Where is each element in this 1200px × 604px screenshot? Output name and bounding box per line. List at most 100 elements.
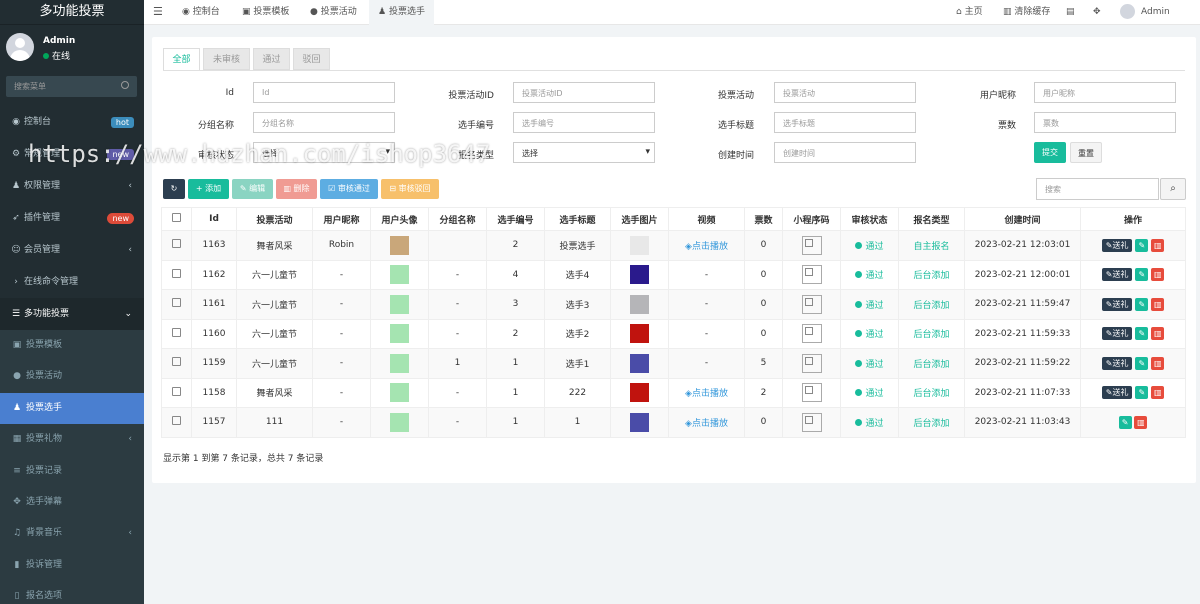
tab-dashboard[interactable]: ◉ 控制台 <box>174 0 228 25</box>
row-select-cell[interactable] <box>161 348 192 379</box>
avatar-thumbnail[interactable] <box>390 383 409 403</box>
sidebar-item-auth[interactable]: ♟ 权限管理 ‹ <box>0 170 144 202</box>
col-created[interactable]: 创建时间 <box>964 207 1081 231</box>
filter-signup-type-select[interactable]: 选择 <box>513 142 655 163</box>
tab-vote-template[interactable]: ▣ 投票模板 <box>234 0 297 25</box>
qrcode-image[interactable] <box>801 235 822 255</box>
select-all-cell[interactable] <box>161 207 192 231</box>
filter-activity-input[interactable]: 投票活动 <box>774 82 916 103</box>
clear-cache-button[interactable]: ▥ 清除缓存 <box>1003 0 1050 25</box>
tab-vote-player[interactable]: ♟ 投票选手 <box>369 0 434 25</box>
qrcode-image[interactable] <box>801 265 822 285</box>
sidebar-item-barrage[interactable]: ✥ 选手弹幕 <box>0 487 144 518</box>
fullscreen-icon[interactable]: ✥ <box>1093 0 1101 25</box>
row-delete-button[interactable]: ▥ <box>1151 297 1165 311</box>
player-image-thumbnail[interactable] <box>630 294 649 314</box>
row-delete-button[interactable]: ▥ <box>1151 356 1165 370</box>
row-edit-button[interactable]: ✎ <box>1135 238 1149 252</box>
player-image-thumbnail[interactable] <box>630 353 649 373</box>
avatar-thumbnail[interactable] <box>390 353 409 373</box>
filter-player-title-input[interactable]: 选手标题 <box>774 112 916 133</box>
qrcode-image[interactable] <box>801 324 822 344</box>
row-select-cell[interactable] <box>161 230 192 261</box>
row-edit-button[interactable]: ✎ <box>1135 268 1149 282</box>
gift-button[interactable]: ✎送礼 <box>1101 297 1133 311</box>
row-edit-button[interactable]: ✎ <box>1135 356 1149 370</box>
tab-pending[interactable]: 未审核 <box>203 48 250 70</box>
home-link[interactable]: ⌂ 主页 <box>956 0 983 25</box>
tab-all[interactable]: 全部 <box>163 48 200 70</box>
row-edit-button[interactable]: ✎ <box>1135 327 1149 341</box>
admin-menu[interactable]: Admin <box>1120 0 1170 25</box>
row-checkbox[interactable] <box>172 327 181 337</box>
filter-nickname-input[interactable]: 用户昵称 <box>1034 82 1176 103</box>
sidebar-item-complaint[interactable]: ▮ 投诉管理 <box>0 550 144 581</box>
add-button[interactable]: + 添加 <box>188 179 229 199</box>
edit-button[interactable]: ✎ 编辑 <box>232 179 273 199</box>
filter-id-input[interactable]: Id <box>253 82 395 103</box>
filter-created-input[interactable]: 创建时间 <box>774 142 916 163</box>
row-checkbox[interactable] <box>172 416 181 426</box>
row-checkbox[interactable] <box>172 357 181 367</box>
menu-toggle-icon[interactable]: ☰ <box>153 0 163 25</box>
gift-button[interactable]: ✎送礼 <box>1101 386 1133 400</box>
gift-button[interactable]: ✎送礼 <box>1101 327 1133 341</box>
row-delete-button[interactable]: ▥ <box>1151 327 1165 341</box>
sidebar-item-vote-gift[interactable]: ▦ 投票礼物 ‹ <box>0 424 144 455</box>
row-edit-button[interactable]: ✎ <box>1135 386 1149 400</box>
sidebar-item-vote-activity[interactable]: ● 投票活动 <box>0 361 144 392</box>
tab-approved[interactable]: 通过 <box>253 48 290 70</box>
tab-vote-activity[interactable]: ● 投票活动 <box>302 0 365 25</box>
language-icon[interactable]: ▤ <box>1066 0 1075 25</box>
sidebar-item-vote[interactable]: ☰ 多功能投票 ⌄ <box>0 298 144 330</box>
table-search-input[interactable]: 搜索 <box>1036 178 1159 200</box>
qrcode-image[interactable] <box>801 383 822 403</box>
row-checkbox[interactable] <box>172 268 181 278</box>
col-votes[interactable]: 票数 <box>744 207 783 231</box>
gift-button[interactable]: ✎送礼 <box>1101 238 1133 252</box>
filter-activity-id-input[interactable]: 投票活动ID <box>513 82 655 103</box>
row-delete-button[interactable]: ▥ <box>1151 386 1165 400</box>
avatar-thumbnail[interactable] <box>390 235 409 255</box>
row-select-cell[interactable] <box>161 377 192 408</box>
row-edit-button[interactable]: ✎ <box>1135 297 1149 311</box>
player-image-thumbnail[interactable] <box>630 383 649 403</box>
row-select-cell[interactable] <box>161 318 192 349</box>
sidebar-item-command[interactable]: › 在线命令管理 <box>0 266 144 298</box>
sidebar-item-music[interactable]: ♫ 背景音乐 ‹ <box>0 518 144 549</box>
menu-search-input[interactable]: 搜索菜单 <box>6 76 137 97</box>
sidebar-item-vote-player[interactable]: ♟ 投票选手 <box>0 392 144 425</box>
filter-votes-input[interactable]: 票数 <box>1034 112 1176 133</box>
filter-player-number-input[interactable]: 选手编号 <box>513 112 655 133</box>
col-id[interactable]: Id <box>191 207 237 231</box>
avatar-thumbnail[interactable] <box>390 294 409 314</box>
player-image-thumbnail[interactable] <box>630 412 649 432</box>
sidebar-item-vote-record[interactable]: ≡ 投票记录 <box>0 456 144 487</box>
row-select-cell[interactable] <box>161 407 192 438</box>
sidebar-item-signup-options[interactable]: ▯ 报名选项 <box>0 581 144 604</box>
approve-button[interactable]: ☑ 审核通过 <box>320 179 378 199</box>
avatar-thumbnail[interactable] <box>390 412 409 432</box>
reset-button[interactable]: 重置 <box>1070 142 1102 163</box>
row-checkbox[interactable] <box>172 298 181 308</box>
qrcode-image[interactable] <box>801 412 822 432</box>
play-video-link[interactable]: ◈点击播放 <box>685 242 728 252</box>
sidebar-item-dashboard[interactable]: ◉ 控制台 hot <box>0 106 144 138</box>
row-delete-button[interactable]: ▥ <box>1151 238 1165 252</box>
play-video-link[interactable]: ◈点击播放 <box>685 419 728 429</box>
reject-button[interactable]: ⊟ 审核驳回 <box>381 179 439 199</box>
row-checkbox[interactable] <box>172 386 181 396</box>
search-icon[interactable] <box>121 81 129 89</box>
player-image-thumbnail[interactable] <box>630 235 649 255</box>
avatar-thumbnail[interactable] <box>390 324 409 344</box>
qrcode-image[interactable] <box>801 294 822 314</box>
gift-button[interactable]: ✎送礼 <box>1101 356 1133 370</box>
sidebar-item-vote-template[interactable]: ▣ 投票模板 <box>0 330 144 361</box>
player-image-thumbnail[interactable] <box>630 265 649 285</box>
sidebar-item-members[interactable]: ☺ 会员管理 ‹ <box>0 234 144 266</box>
row-checkbox[interactable] <box>172 239 181 249</box>
table-search-button[interactable]: ⌕ <box>1160 178 1186 200</box>
row-edit-button[interactable]: ✎ <box>1118 415 1132 429</box>
row-select-cell[interactable] <box>161 259 192 290</box>
refresh-button[interactable]: ↻ <box>163 179 185 199</box>
